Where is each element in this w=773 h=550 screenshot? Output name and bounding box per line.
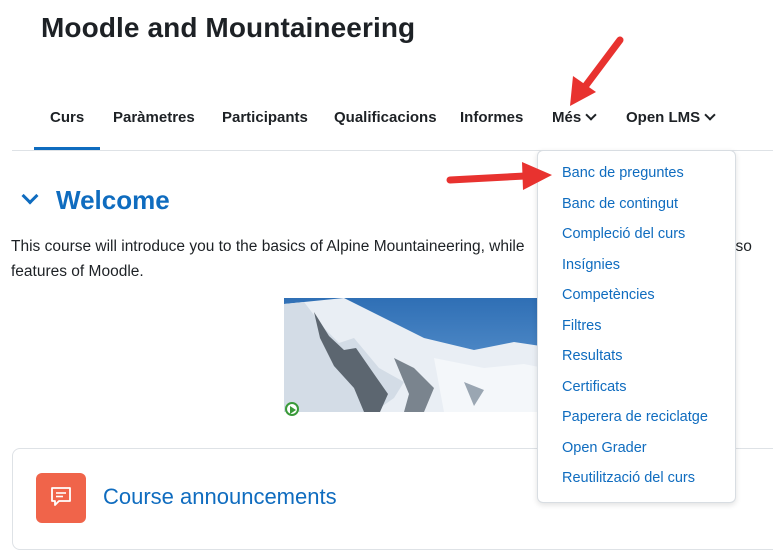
- activity-title[interactable]: Course announcements: [103, 484, 337, 510]
- tab-label: Participants: [222, 109, 308, 126]
- chevron-down-icon: [704, 109, 716, 121]
- section-header: Welcome: [20, 180, 170, 220]
- tab-label: Curs: [50, 109, 85, 126]
- tab-label: Més: [552, 109, 582, 126]
- play-icon[interactable]: [285, 402, 299, 416]
- summary-text: This course will introduce you to the ba…: [11, 238, 525, 255]
- menu-item-badges[interactable]: Insígnies: [562, 257, 620, 273]
- menu-item-competencies[interactable]: Competències: [562, 287, 655, 303]
- tab-label: Qualificacions: [334, 109, 437, 126]
- tab-informes[interactable]: Informes: [460, 96, 523, 148]
- chevron-down-icon[interactable]: [21, 187, 39, 205]
- tab-label: Open LMS: [626, 109, 701, 126]
- page-title: Moodle and Mountaineering: [41, 12, 416, 43]
- forum-icon: [36, 473, 86, 523]
- chevron-down-icon: [585, 109, 597, 121]
- menu-item-filters[interactable]: Filtres: [562, 318, 601, 334]
- menu-item-course-reuse[interactable]: Reutilització del curs: [562, 470, 695, 486]
- tab-label: Paràmetres: [113, 109, 195, 126]
- tab-mes[interactable]: Més: [552, 96, 597, 148]
- menu-item-question-bank[interactable]: Banc de preguntes: [562, 165, 684, 181]
- tab-participants[interactable]: Participants: [222, 96, 308, 148]
- more-dropdown-menu: Banc de preguntes Banc de contingut Comp…: [537, 150, 736, 503]
- section-title[interactable]: Welcome: [56, 185, 170, 216]
- tab-label: Informes: [460, 109, 524, 126]
- menu-item-outcomes[interactable]: Resultats: [562, 348, 622, 364]
- menu-item-course-completion[interactable]: Compleció del curs: [562, 226, 685, 242]
- menu-item-certificates[interactable]: Certificats: [562, 379, 626, 395]
- secondary-navigation: Curs Paràmetres Participants Qualificaci…: [12, 96, 773, 151]
- tab-parametres[interactable]: Paràmetres: [113, 96, 195, 148]
- tab-open-lms[interactable]: Open LMS: [626, 96, 716, 148]
- menu-item-open-grader[interactable]: Open Grader: [562, 440, 647, 456]
- mountain-image: [284, 298, 554, 412]
- tab-qualificacions[interactable]: Qualificacions: [334, 96, 437, 148]
- menu-item-recycle-bin[interactable]: Paperera de reciclatge: [562, 409, 708, 425]
- menu-item-content-bank[interactable]: Banc de contingut: [562, 196, 678, 212]
- tab-curs[interactable]: Curs: [34, 96, 101, 150]
